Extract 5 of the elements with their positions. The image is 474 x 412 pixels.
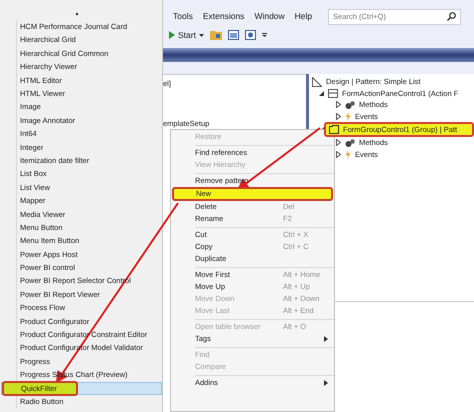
- menu-bar-item[interactable]: Window: [254, 10, 285, 23]
- start-button[interactable]: Start: [169, 28, 204, 42]
- menu-bar-item[interactable]: Extensions: [202, 10, 244, 23]
- menu-bar-item[interactable]: Tools: [173, 10, 193, 23]
- menu-bar-item[interactable]: Help: [294, 10, 312, 23]
